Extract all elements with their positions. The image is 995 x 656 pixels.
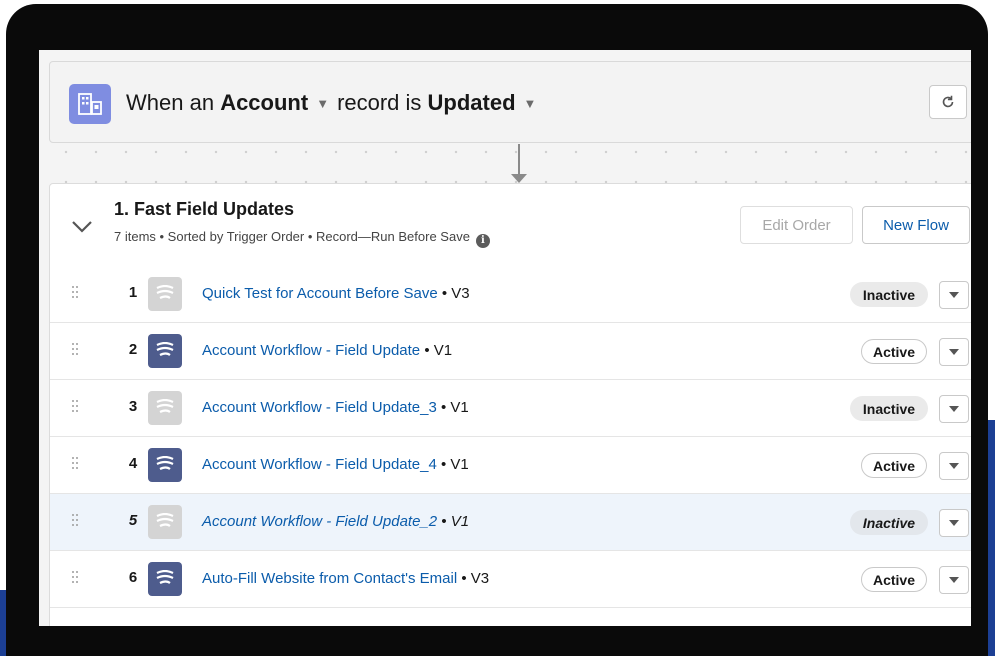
trigger-order-number: 2 [128,341,138,358]
drag-handle-icon[interactable] [72,457,80,473]
trigger-card: When an Account ▼ record is Updated ▼ [49,61,971,143]
flow-row[interactable]: 1 Quick Test for Account Before Save • V… [50,266,971,323]
status-badge: Active [861,567,927,592]
status-badge: Active [861,339,927,364]
tablet-frame: When an Account ▼ record is Updated ▼ 1. Fa… [6,4,988,656]
flow-name-link[interactable]: Account Workflow - Field Update [202,342,420,359]
flow-label: Auto-Fill Website from Contact's Email •… [202,570,489,587]
arrow-down-icon [511,174,527,183]
section-header: 1. Fast Field Updates 7 items • Sorted b… [50,184,971,267]
trigger-order-number: 6 [128,569,138,586]
flow-row[interactable]: 6 Auto-Fill Website from Contact's Email… [50,551,971,608]
status-badge: Inactive [850,396,928,421]
record-trigger-icon [69,84,111,124]
drag-handle-icon[interactable] [72,514,80,530]
dropdown-arrow-icon [949,463,959,469]
info-icon[interactable]: i [475,234,490,248]
flow-name-link[interactable]: Quick Test for Account Before Save [202,285,438,302]
trigger-order-number: 1 [128,284,138,301]
dropdown-arrow-icon [949,577,959,583]
dropdown-arrow-icon [949,349,959,355]
trigger-prefix: When an [126,90,215,115]
status-badge: Active [861,453,927,478]
flow-icon [148,334,182,368]
dropdown-arrow-icon [949,406,959,412]
flow-name-link[interactable]: Auto-Fill Website from Contact's Email [202,570,457,587]
dropdown-arrow-icon [949,292,959,298]
flow-icon [148,277,182,311]
connector-line [518,144,520,176]
flow-row-selected[interactable]: 5 Account Workflow - Field Update_2 • V1… [50,494,971,551]
row-actions-button[interactable] [939,566,969,594]
trigger-order-number: 5 [128,512,138,529]
flow-version: • V3 [457,570,490,587]
drag-handle-icon[interactable] [72,571,80,587]
row-actions-button[interactable] [939,395,969,423]
flow-icon [148,562,182,596]
flow-icon [148,448,182,482]
flow-icon [148,505,182,539]
trigger-object[interactable]: Account [220,90,308,115]
flow-trigger-explorer: When an Account ▼ record is Updated ▼ 1. Fa… [39,50,971,626]
flow-row[interactable]: 2 Account Workflow - Field Update • V1 A… [50,323,971,380]
trigger-middle: record is [337,90,422,115]
row-actions-button[interactable] [939,338,969,366]
object-dropdown-icon[interactable]: ▼ [316,96,329,111]
flow-version: • V1 [436,399,469,416]
flow-row[interactable]: 3 Account Workflow - Field Update_3 • V1… [50,380,971,437]
edit-order-button[interactable]: Edit Order [740,206,853,244]
flow-label: Account Workflow - Field Update_4 • V1 [202,456,469,473]
drag-handle-icon[interactable] [72,343,80,359]
flow-row[interactable]: 4 Account Workflow - Field Update_4 • V1… [50,437,971,494]
dropdown-arrow-icon [949,520,959,526]
refresh-icon [942,95,954,108]
chevron-down-icon[interactable] [70,214,94,238]
fast-field-updates-section: 1. Fast Field Updates 7 items • Sorted b… [49,183,971,626]
flow-label: Account Workflow - Field Update_3 • V1 [202,399,469,416]
section-title: 1. Fast Field Updates [114,199,295,219]
trigger-description: When an Account ▼ record is Updated ▼ [126,90,544,116]
new-flow-button[interactable]: New Flow [862,206,970,244]
flow-label: Account Workflow - Field Update_2 • V1 [202,513,469,530]
flow-label: Quick Test for Account Before Save • V3 [202,285,470,302]
flow-name-link[interactable]: Account Workflow - Field Update_4 [202,456,437,473]
flow-label: Account Workflow - Field Update • V1 [202,342,452,359]
trigger-event[interactable]: Updated [428,90,516,115]
flow-version: • V1 [420,342,453,359]
canvas-background [39,143,971,183]
flow-icon [148,391,182,425]
flow-version: • V1 [436,456,469,473]
section-subtitle-text: 7 items • Sorted by Trigger Order • Reco… [114,229,470,244]
flow-name-link[interactable]: Account Workflow - Field Update_3 [202,399,437,416]
section-subtitle: 7 items • Sorted by Trigger Order • Reco… [114,229,490,248]
event-dropdown-icon[interactable]: ▼ [524,96,537,111]
trigger-order-number: 3 [128,398,138,415]
status-badge: Inactive [850,282,928,307]
row-actions-button[interactable] [939,452,969,480]
row-actions-button[interactable] [939,281,969,309]
drag-handle-icon[interactable] [72,286,80,302]
flow-version: • V1 [437,513,470,530]
refresh-button[interactable] [929,85,967,119]
row-actions-button[interactable] [939,509,969,537]
drag-handle-icon[interactable] [72,400,80,416]
trigger-order-number: 4 [128,455,138,472]
flow-name-link[interactable]: Account Workflow - Field Update_2 [202,513,437,530]
flow-version: • V3 [437,285,470,302]
status-badge: Inactive [850,510,928,535]
